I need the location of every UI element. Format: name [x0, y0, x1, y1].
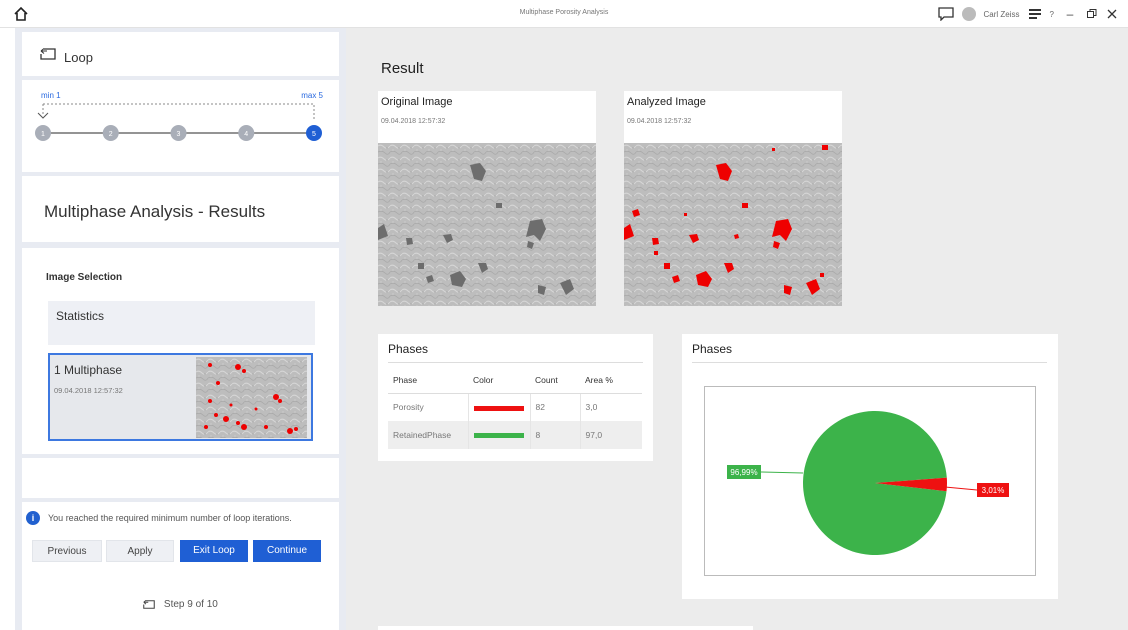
column-header: Color [468, 367, 530, 394]
area-cell: 97,0 [580, 421, 642, 449]
analyzed-image-date: 09.04.2018 12:57:32 [627, 118, 692, 125]
image-selection-panel: Image Selection Statistics 1 Multiphase … [22, 248, 339, 454]
analyzed-image-title: Analyzed Image [627, 96, 706, 108]
help-icon[interactable]: ? [1050, 10, 1054, 19]
loop-icon [40, 48, 56, 60]
loop-icon [143, 599, 155, 609]
exit-loop-button[interactable]: Exit Loop [180, 540, 248, 562]
original-image-title: Original Image [381, 96, 453, 108]
phases-table-panel: Phases Phase Color Count Area % Porosity… [378, 334, 653, 461]
stepper-track: 1 2 3 4 5 [35, 103, 322, 141]
phase-cell: Porosity [388, 393, 469, 421]
analyzed-image-panel: Analyzed Image 09.04.2018 12:57:32 [624, 91, 842, 306]
loop-label: Loop [64, 50, 93, 65]
continue-button[interactable]: Continue [253, 540, 321, 562]
loop-message: You reached the required minimum number … [48, 513, 292, 523]
phases-chart-panel: Phases 96,99% 3,01% [682, 334, 1058, 599]
previous-button[interactable]: Previous [32, 540, 102, 562]
column-header: Phase [388, 367, 468, 394]
area-cell: 3,0 [585, 402, 598, 413]
pie-chart-frame: 96,99% 3,01% [704, 386, 1036, 576]
pie-chart: 96,99% 3,01% [727, 410, 1009, 555]
title-bar: Multiphase Porosity Analysis Carl Zeiss … [0, 0, 1128, 28]
section-title-panel: Multiphase Analysis - Results [22, 176, 339, 242]
image-item-thumbnail [196, 357, 307, 438]
stepper-step-label: 5 [312, 131, 316, 138]
loop-actions-panel: i You reached the required minimum numbe… [22, 502, 339, 630]
phases-table: Phase Color Count Area % Porosity 82 3,0… [388, 367, 642, 449]
phase-cell: RetainedPhase [388, 421, 469, 449]
apply-button[interactable]: Apply [106, 540, 174, 562]
image-list-item-selected[interactable]: 1 Multiphase 09.04.2018 12:57:32 [48, 353, 313, 441]
loop-header: Loop [22, 32, 339, 76]
image-selection-heading: Image Selection [46, 272, 123, 283]
step-indicator: Step 9 of 10 [22, 599, 339, 610]
column-header: Count [530, 367, 580, 394]
sidebar-spacer [22, 458, 339, 498]
count-cell: 8 [530, 421, 581, 449]
pie-label-porosity: 3,01% [982, 486, 1005, 495]
loop-stepper: min 1 max 5 12345 [22, 80, 339, 172]
menu-icon[interactable] [1028, 8, 1042, 20]
phases-table-title: Phases [388, 342, 429, 356]
close-icon[interactable] [1106, 8, 1118, 20]
sidebar: Loop min 1 max 5 12345 Multiphase Analys… [15, 28, 346, 630]
column-header: Area % [580, 367, 642, 394]
section-title: Multiphase Analysis - Results [44, 202, 266, 221]
original-image-panel: Original Image 09.04.2018 12:57:32 [378, 91, 596, 306]
step-text: Step 9 of 10 [163, 599, 218, 610]
original-image [378, 143, 596, 306]
page-title: Result [381, 60, 424, 77]
info-icon: i [26, 511, 40, 525]
window-controls: Carl Zeiss ? – [937, 5, 1118, 23]
phases-chart-title: Phases [692, 342, 733, 356]
restore-icon[interactable] [1086, 8, 1098, 20]
minimize-icon[interactable]: – [1062, 6, 1078, 22]
phase-color-swatch [473, 405, 524, 411]
image-item-name: 1 Multiphase [54, 363, 123, 377]
table-row[interactable]: Porosity 82 3,0 [388, 393, 642, 421]
stepper-step-label: 2 [109, 131, 113, 138]
stepper-step-label: 3 [177, 131, 181, 138]
color-cell [468, 393, 531, 421]
pie-label-leader [944, 486, 978, 491]
image-item-date: 09.04.2018 12:57:32 [54, 386, 123, 395]
original-image-date: 09.04.2018 12:57:32 [381, 118, 446, 125]
statistics-label: Statistics [56, 309, 105, 323]
stepper-step-label: 4 [244, 131, 248, 138]
user-name[interactable]: Carl Zeiss [984, 10, 1020, 19]
avatar[interactable] [961, 7, 976, 21]
pie-label-retained-phase: 96,99% [730, 468, 757, 477]
color-cell [468, 421, 531, 449]
comment-icon[interactable] [937, 7, 954, 21]
count-cell: 82 [530, 393, 581, 421]
statistics-item[interactable]: Statistics [48, 301, 315, 345]
next-panel-edge [378, 626, 753, 630]
table-row[interactable]: RetainedPhase 8 97,0 [388, 421, 642, 449]
pie-label-leader [760, 471, 804, 474]
main-content: Result Original Image 09.04.2018 12:57:3… [346, 28, 1128, 630]
phase-color-swatch [473, 433, 524, 439]
stepper-step-label: 1 [41, 131, 45, 138]
analyzed-image [624, 143, 842, 306]
